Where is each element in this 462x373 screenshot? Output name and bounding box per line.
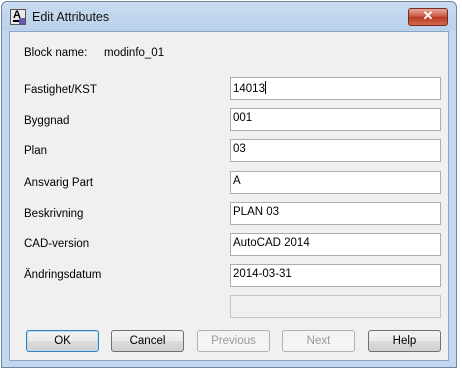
attribute-label-andringsdatum: Ändringsdatum — [24, 269, 102, 281]
attribute-label-plan: Plan — [24, 145, 48, 157]
close-button[interactable]: ✕ — [408, 8, 448, 26]
attribute-label-byggnad: Byggnad — [24, 115, 70, 127]
attribute-field-byggnad[interactable]: 001 — [230, 108, 441, 131]
attribute-label-cad-version: CAD-version — [24, 238, 90, 250]
attribute-label-beskrivning: Beskrivning — [24, 208, 84, 220]
autocad-attribute-icon: A — [10, 9, 26, 25]
help-button[interactable]: Help — [368, 330, 441, 352]
title-bar: A Edit Attributes ✕ — [2, 2, 456, 32]
ok-button[interactable]: OK — [26, 330, 99, 352]
attribute-field-fastighet[interactable]: 14013 — [230, 77, 441, 100]
next-button: Next — [282, 330, 355, 352]
attribute-field-plan[interactable]: 03 — [230, 139, 441, 162]
close-icon: ✕ — [422, 8, 434, 23]
attribute-field-beskrivning[interactable]: PLAN 03 — [230, 202, 441, 225]
attribute-label-fastighet: Fastighet/KST — [24, 84, 97, 96]
attribute-field-andringsdatum[interactable]: 2014-03-31 — [230, 264, 441, 287]
attribute-label-ansvarig-part: Ansvarig Part — [24, 177, 94, 189]
window-title: Edit Attributes — [32, 10, 110, 24]
cancel-button[interactable]: Cancel — [111, 330, 184, 352]
attribute-field-ansvarig-part[interactable]: A — [230, 171, 441, 194]
attribute-field-cad-version[interactable]: AutoCAD 2014 — [230, 233, 441, 256]
block-name-label: Block name: — [24, 47, 88, 59]
edit-attributes-dialog: A Edit Attributes ✕ Block name: modinfo_… — [1, 1, 457, 368]
empty-attribute-field — [230, 295, 441, 318]
dialog-body: Block name: modinfo_01 Fastighet/KST 140… — [9, 31, 449, 361]
block-name-value: modinfo_01 — [104, 47, 165, 59]
previous-button: Previous — [197, 330, 270, 352]
